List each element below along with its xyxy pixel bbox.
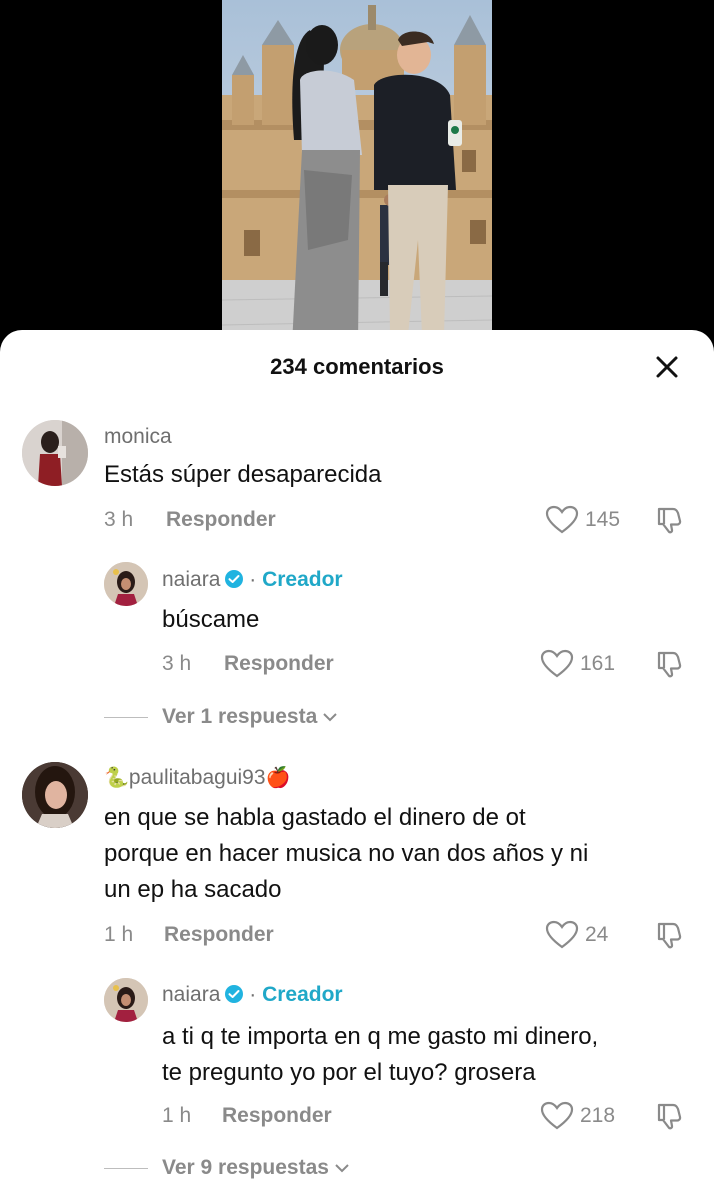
divider-line	[104, 716, 148, 718]
like-count: 24	[585, 923, 609, 946]
comment-time: 1 h	[104, 923, 134, 946]
chevron-down-icon	[335, 1164, 349, 1173]
view-replies-label: Ver 9 respuestas	[162, 1156, 329, 1179]
snake-emoji: 🐍	[104, 767, 129, 789]
like-button[interactable]: 161	[540, 649, 615, 679]
video-player[interactable]	[0, 0, 714, 345]
reply-button[interactable]: Responder	[164, 923, 274, 947]
dislike-icon[interactable]	[655, 920, 685, 950]
close-icon[interactable]	[652, 352, 682, 382]
creator-label: Creador	[262, 983, 343, 1006]
username-text: paulitabagui93	[128, 766, 266, 789]
divider-line	[104, 1167, 148, 1169]
avatar[interactable]	[104, 562, 148, 606]
heart-icon	[545, 920, 579, 949]
view-replies-label: Ver 1 respuesta	[162, 705, 318, 728]
comment-username[interactable]: 🐍paulitabagui93🍎	[104, 765, 290, 790]
comments-sheet: 234 comentarios monica Estás súper desap…	[0, 330, 714, 1200]
comments-count-title: 234 comentarios	[270, 354, 444, 379]
like-count: 218	[580, 1104, 616, 1127]
view-replies-button[interactable]: Ver 9 respuestas	[104, 1156, 351, 1180]
comment-text: en que se habla gastado el dinero de ot …	[104, 800, 704, 908]
comment-time: 1 h	[162, 1104, 192, 1127]
like-count: 161	[580, 652, 616, 675]
like-button[interactable]: 24	[545, 920, 608, 950]
separator-dot: ·	[249, 568, 257, 591]
heart-icon	[545, 505, 579, 534]
comment-text: Estás súper desaparecida	[104, 461, 382, 488]
comment-text: búscame	[162, 606, 260, 633]
reply-button[interactable]: Responder	[224, 652, 334, 676]
video-frame	[222, 0, 492, 345]
comment-username[interactable]: monica	[104, 425, 172, 449]
comment-text-line: en que se habla gastado el dinero de ot	[104, 804, 526, 831]
comment-time: 3 h	[104, 508, 134, 531]
comment-text-line: te pregunto yo por el tuyo? grosera	[162, 1059, 536, 1086]
avatar-image	[22, 762, 88, 828]
comment-text-line: a ti q te importa en q me gasto mi diner…	[162, 1023, 599, 1050]
dislike-icon[interactable]	[655, 1101, 685, 1131]
avatar-image	[104, 978, 148, 1022]
avatar-image	[22, 420, 88, 486]
heart-icon	[540, 1101, 574, 1130]
reply-button[interactable]: Responder	[166, 508, 276, 532]
comment-text: a ti q te importa en q me gasto mi diner…	[162, 1019, 707, 1091]
like-count: 145	[585, 508, 621, 531]
creator-label: Creador	[262, 568, 343, 591]
avatar[interactable]	[22, 420, 88, 486]
avatar[interactable]	[104, 978, 148, 1022]
apple-emoji: 🍎	[265, 767, 291, 789]
dislike-icon[interactable]	[655, 505, 685, 535]
like-button[interactable]: 145	[545, 505, 620, 535]
comment-text-line: un ep ha sacado	[104, 876, 282, 903]
comment-text-line: porque en hacer musica no van dos años y…	[104, 840, 589, 867]
separator-dot: ·	[249, 983, 257, 1006]
chevron-down-icon	[323, 713, 337, 722]
avatar[interactable]	[22, 762, 88, 828]
like-button[interactable]: 218	[540, 1101, 615, 1131]
verified-badge-icon	[225, 985, 244, 1003]
verified-badge-icon	[225, 570, 244, 588]
reply-username[interactable]: naiara · Creador	[162, 568, 343, 592]
username-text: naiara	[162, 983, 221, 1006]
avatar-image	[104, 562, 148, 606]
reply-button[interactable]: Responder	[222, 1104, 332, 1128]
video-thumbnail-image	[222, 0, 492, 345]
reply-username[interactable]: naiara · Creador	[162, 983, 343, 1007]
view-replies-button[interactable]: Ver 1 respuesta	[104, 705, 339, 729]
dislike-icon[interactable]	[655, 649, 685, 679]
heart-icon	[540, 649, 574, 678]
comment-time: 3 h	[162, 652, 192, 675]
username-text: naiara	[162, 568, 221, 591]
